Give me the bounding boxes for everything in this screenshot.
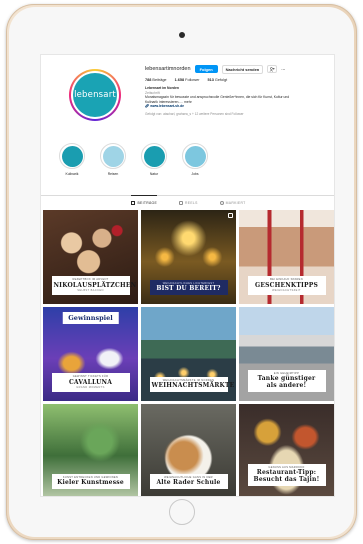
post-caption-box: Weihnachtliche Gans in der Alte Rader Sc… <box>149 473 228 489</box>
highlight-cover <box>102 145 124 167</box>
post-tile[interactable]: Kunst entdecken und Gewinnen Kieler Kuns… <box>43 404 138 496</box>
post-tile[interactable]: Weihnachtliches Lichterfest BIST DU BERE… <box>141 210 236 304</box>
post-headline: Tanke günstiger <box>257 375 316 382</box>
profile-top-row: lebensartimnorden Folgen Nachricht sende… <box>145 64 330 74</box>
post-caption-box: Weihnachtliches Lichterfest BIST DU BERE… <box>149 279 228 295</box>
tab-reels[interactable]: REELS <box>179 196 198 206</box>
highlight-label: Reisen <box>107 172 119 176</box>
post-subline: Weihnachtszeit <box>272 288 301 292</box>
stat-following[interactable]: 513 Gefolgt <box>208 78 228 82</box>
highlight-jobs[interactable]: Jobs <box>182 143 208 176</box>
post-top-title: Gewinnspiel <box>62 312 119 324</box>
followed-by[interactable]: Gefolgt von: atacharl, grahsea_s + 12 we… <box>145 112 330 116</box>
highlight-natur[interactable]: Natur <box>141 143 167 176</box>
more-options-button[interactable]: ... <box>281 66 285 72</box>
bio-link[interactable]: 🔗︎ www.lebensart-sh.de <box>145 104 330 109</box>
tab-tagged[interactable]: MARKIERT <box>219 196 246 206</box>
post-subline: als andere! <box>266 382 307 389</box>
tab-posts[interactable]: BEITRÄGE <box>131 195 157 206</box>
post-subline: Besucht das Tajin! <box>253 476 320 483</box>
post-caption-box: Rezeptbox im Advent NIKOLAUSPLÄTZCHEN Se… <box>51 276 136 295</box>
profile-stats: 788 Beiträge 1.658 Follower 513 Gefolgt <box>145 78 330 82</box>
post-tile[interactable]: Weihnachtsmärkte im Norden WEIHNACHTSMÄR… <box>141 307 236 401</box>
grid-icon <box>131 200 136 205</box>
highlight-reisen[interactable]: Reisen <box>100 143 126 176</box>
post-headline: WEIHNACHTSMÄRKTE <box>151 382 235 389</box>
highlight-label: Kulinarik <box>65 172 79 176</box>
post-headline: Restaurant-Tipp: <box>256 469 317 476</box>
message-button[interactable]: Nachricht senden <box>221 64 264 74</box>
highlight-label: Jobs <box>191 172 199 176</box>
post-tile[interactable]: Weihnachtliche Gans in der Alte Rader Sc… <box>141 404 236 496</box>
reels-icon <box>179 200 184 205</box>
profile-bio: Lebensart im Norden Zeitschrift Monatsma… <box>145 86 330 109</box>
tagged-icon <box>219 200 224 205</box>
avatar-ring[interactable]: lebensart <box>69 69 121 121</box>
post-tile[interactable]: Ein Geheimtipp Tanke günstiger als ander… <box>239 307 334 401</box>
post-caption-box: Ein Geheimtipp Tanke günstiger als ander… <box>247 369 326 392</box>
suggested-accounts-button[interactable] <box>267 65 278 73</box>
post-tile[interactable]: Genuss aus Marokko Restaurant-Tipp: Besu… <box>239 404 334 496</box>
tablet-frame: lebensart lebensartimnorden Folgen Nachr… <box>6 4 357 540</box>
home-button[interactable] <box>168 499 195 525</box>
posts-grid: Rezeptbox im Advent NIKOLAUSPLÄTZCHEN Se… <box>43 210 334 496</box>
post-caption-box: Kunst entdecken und Gewinnen Kieler Kuns… <box>51 473 130 489</box>
post-tile[interactable]: Rezeptbox im Advent NIKOLAUSPLÄTZCHEN Se… <box>43 210 138 304</box>
camera-icon <box>178 32 185 38</box>
post-tile[interactable]: Gewinnspiel Gewinnt Tickets für CAVALLUN… <box>43 307 138 401</box>
stat-posts: 788 Beiträge <box>145 78 167 82</box>
avatar: lebensart <box>73 73 117 117</box>
follow-button[interactable]: Folgen <box>194 65 218 73</box>
post-caption-box: Weihnachtsmärkte im Norden WEIHNACHTSMÄR… <box>149 376 235 392</box>
profile-tabs: BEITRÄGE REELS MARKIERT <box>41 195 334 206</box>
highlight-label: Natur <box>149 172 159 176</box>
post-headline: Alte Rader Schule <box>156 479 221 486</box>
stat-followers[interactable]: 1.658 Follower <box>175 78 200 82</box>
carousel-icon <box>228 213 233 218</box>
post-subline: Grand Moments <box>76 385 105 389</box>
post-tile[interactable]: Bei Einkauf Sparen GESCHENKTIPPS Weihnac… <box>239 210 334 304</box>
add-person-icon <box>269 66 275 72</box>
username: lebensartimnorden <box>145 66 191 72</box>
highlight-cover <box>61 145 83 167</box>
post-headline: BIST DU BEREIT? <box>156 285 221 292</box>
highlight-cover <box>143 145 165 167</box>
post-caption-box: Genuss aus Marokko Restaurant-Tipp: Besu… <box>247 463 326 486</box>
post-caption-box: Bei Einkauf Sparen GESCHENKTIPPS Weihnac… <box>247 276 326 295</box>
highlight-cover <box>184 145 206 167</box>
post-caption-box: Gewinnt Tickets für CAVALLUNA Grand Mome… <box>51 373 130 392</box>
instagram-profile-screen: lebensart lebensartimnorden Folgen Nachr… <box>40 54 335 497</box>
profile-info: lebensartimnorden Folgen Nachricht sende… <box>145 64 330 116</box>
post-subline: Selbst backen <box>77 288 104 292</box>
story-highlights: Kulinarik Reisen Natur Jobs <box>59 143 208 176</box>
post-headline: Kieler Kunstmesse <box>57 479 124 486</box>
highlight-kulinarik[interactable]: Kulinarik <box>59 143 85 176</box>
